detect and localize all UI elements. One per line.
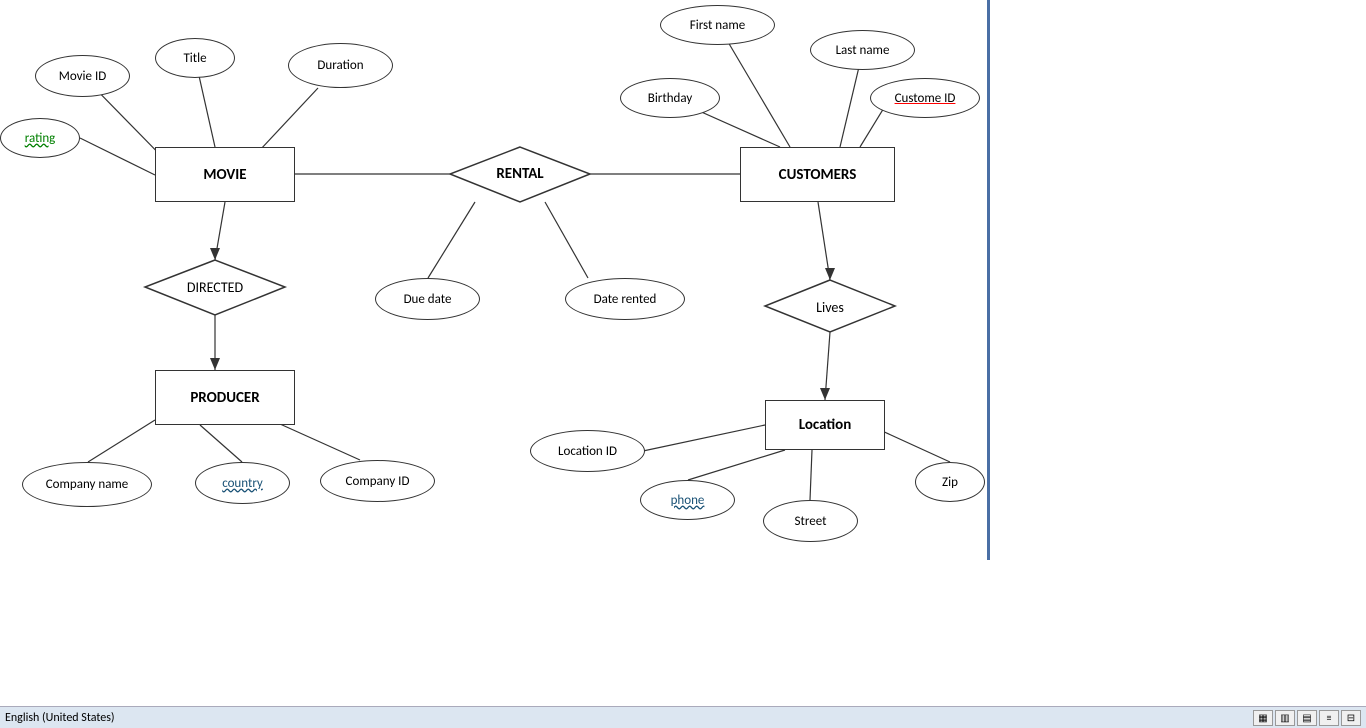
entity-customers: CUSTOMERS [740,147,895,202]
view-btn-5[interactable]: ⊟ [1341,710,1361,726]
attribute-country: country [195,462,290,504]
view-btn-3[interactable]: ▤ [1297,710,1317,726]
status-buttons: ▦ ▥ ▤ ≡ ⊟ [1253,710,1361,726]
attribute-title: Title [155,38,235,78]
view-btn-2[interactable]: ▥ [1275,710,1295,726]
diagram-canvas: DIRECTED Lives RENTAL MOVIE CUSTOMERS PR… [0,0,990,560]
view-btn-4[interactable]: ≡ [1319,710,1339,726]
svg-text:RENTAL: RENTAL [496,165,544,183]
attribute-rating: rating [0,118,80,158]
attribute-lastname: Last name [810,30,915,70]
attribute-zip: Zip [915,462,985,502]
entity-producer: PRODUCER [155,370,295,425]
attribute-company-name: Company name [22,462,152,507]
status-language: English (United States) [5,711,115,725]
attribute-company-id: Company ID [320,460,435,502]
attribute-due-date: Due date [375,278,480,320]
attribute-duration: Duration [288,43,393,88]
view-btn-1[interactable]: ▦ [1253,710,1273,726]
attribute-customer-id: Custome ID [870,78,980,118]
attribute-movie-id: Movie ID [35,55,130,97]
status-bar: English (United States) ▦ ▥ ▤ ≡ ⊟ [0,706,1366,728]
attribute-date-rented: Date rented [565,278,685,320]
attribute-birthday: Birthday [620,78,720,118]
attribute-phone: phone [640,480,735,520]
svg-text:Lives: Lives [816,299,844,316]
svg-text:DIRECTED: DIRECTED [187,279,244,296]
entity-movie: MOVIE [155,147,295,202]
attribute-firstname: First name [660,5,775,45]
entity-location: Location [765,400,885,450]
attribute-location-id: Location ID [530,430,645,472]
attribute-street: Street [763,500,858,542]
